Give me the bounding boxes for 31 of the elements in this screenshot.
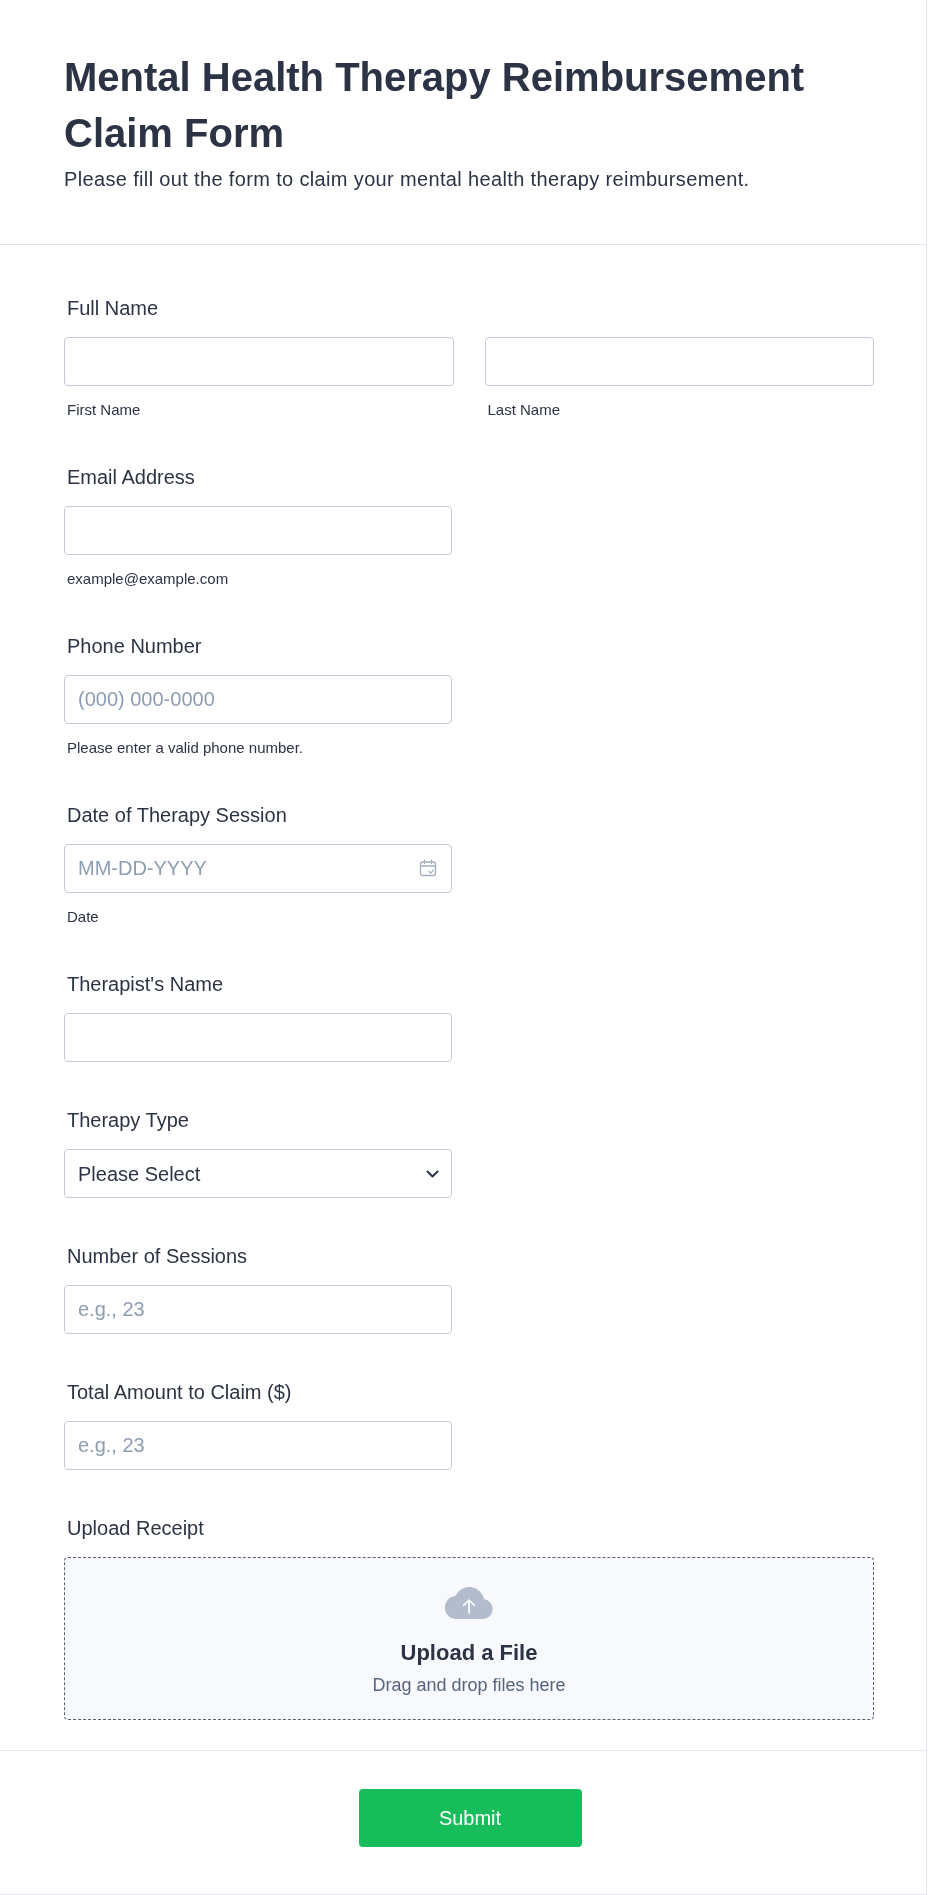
field-label: Total Amount to Claim ($) xyxy=(67,1380,292,1404)
input-field[interactable]: e.g., 23 xyxy=(64,1421,452,1470)
upload-title: Upload a File xyxy=(400,1639,538,1667)
file-dropzone[interactable]: Upload a File Drag and drop files here xyxy=(64,1557,874,1720)
input-field[interactable]: e.g., 23 xyxy=(64,1285,452,1334)
upload-hint: Drag and drop files here xyxy=(372,1674,566,1696)
field-label: Therapy Type xyxy=(67,1108,189,1132)
field-label: Number of Sessions xyxy=(67,1244,248,1268)
field-sublabel: First Name xyxy=(67,401,141,419)
input-field[interactable]: (000) 000-0000 xyxy=(64,675,452,724)
field-sublabel: Date xyxy=(67,908,99,926)
field-sublabel: Please enter a valid phone number. xyxy=(67,739,303,757)
date-field[interactable]: MM-DD-YYYY xyxy=(64,844,452,893)
form-title: Mental Health Therapy Reimbursement Claim Form xyxy=(64,54,806,157)
field-sublabel: Last Name xyxy=(487,401,561,419)
field-label: Full Name xyxy=(67,296,159,320)
form-subtitle: Please fill out the form to claim your mental health therapy reimbursement. xyxy=(64,167,750,192)
input-field[interactable] xyxy=(64,337,454,386)
input-field[interactable] xyxy=(64,506,452,555)
field-sublabel: example@example.com xyxy=(67,570,229,588)
cloud-upload-icon xyxy=(445,1587,493,1619)
field-label: Therapist's Name xyxy=(67,972,224,996)
input-field[interactable] xyxy=(484,337,874,386)
input-field[interactable] xyxy=(64,1013,452,1062)
field-label: Phone Number xyxy=(67,634,202,658)
field-label: Date of Therapy Session xyxy=(67,803,287,827)
field-label: Email Address xyxy=(67,465,195,489)
field-label: Upload Receipt xyxy=(67,1516,204,1540)
calendar-icon[interactable] xyxy=(419,859,437,877)
select-dropdown[interactable]: Please Select xyxy=(64,1149,452,1198)
chevron-down-icon xyxy=(426,1169,439,1178)
